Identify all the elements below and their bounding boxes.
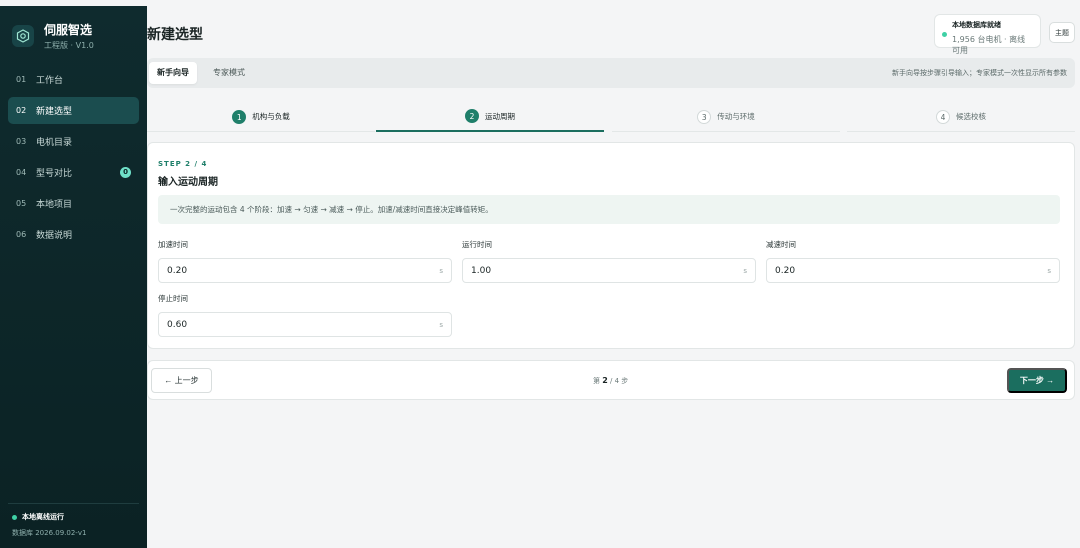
step-kicker: STEP 2 / 4: [158, 160, 208, 168]
decel-time-input[interactable]: 0.20 s: [766, 258, 1060, 283]
tab-expert-mode[interactable]: 专家模式: [205, 62, 253, 84]
brand: 伺服智选 工程版 · V1.0: [0, 14, 147, 58]
sidebar-item-motor-catalog[interactable]: 03 电机目录: [8, 128, 139, 155]
sidebar-item-label: 电机目录: [36, 138, 73, 148]
step-indicator-prefix: 第: [593, 377, 600, 385]
field-unit: s: [439, 321, 443, 329]
mode-tabs: 新手向导 专家模式 新手向导按步骤引导输入；专家模式一次性显示所有参数: [147, 58, 1075, 88]
run-time-field: 运行时间 1.00 s: [462, 239, 756, 283]
step-label: 运动周期: [485, 111, 515, 121]
tabs-hint: 新手向导按步骤引导输入；专家模式一次性显示所有参数: [892, 69, 1067, 77]
field-value: 0.20: [775, 265, 796, 276]
sidebar-item-workbench[interactable]: 01 工作台: [8, 66, 139, 93]
sidebar-item-number: 05: [16, 199, 27, 208]
db-status-card: 本地数据库就绪 1,956 台电机 · 离线可用: [934, 14, 1041, 55]
step-1[interactable]: 1 机构与负载: [147, 102, 375, 132]
run-time-input[interactable]: 1.00 s: [462, 258, 756, 283]
sidebar-footer: 本地离线运行 数据库 2026.09.02-v1: [12, 512, 86, 538]
field-unit: s: [1047, 267, 1051, 275]
step-indicator-current: 2: [602, 376, 608, 385]
sidebar: 伺服智选 工程版 · V1.0 01 工作台 02 新建选型 03 电机目录 0…: [0, 6, 147, 548]
brand-name: 伺服智选: [44, 23, 93, 37]
step-label: 机构与负载: [252, 112, 290, 121]
motion-cycle-form: STEP 2 / 4 输入运动周期 一次完整的运动包含 4 个阶段：加速 → 匀…: [147, 142, 1075, 349]
offline-status: 本地离线运行: [12, 512, 86, 522]
brand-logo-icon: [12, 25, 34, 47]
step-number: 1: [232, 109, 247, 124]
field-value: 0.60: [167, 319, 188, 330]
sidebar-nav: 01 工作台 02 新建选型 03 电机目录 04 型号对比 0 05 本地项目…: [0, 66, 147, 248]
step-label: 传动与环境: [717, 112, 755, 121]
sidebar-item-data-notes[interactable]: 06 数据说明: [8, 221, 139, 248]
field-label: 加速时间: [158, 240, 188, 249]
sidebar-item-number: 04: [16, 168, 27, 177]
field-value: 0.20: [167, 265, 188, 276]
status-dot-icon: [12, 514, 17, 520]
sidebar-item-number: 01: [16, 75, 27, 84]
sidebar-item-number: 02: [16, 106, 27, 115]
wizard-footer: ← 上一步 第 2 / 4 步 下一步 →: [147, 360, 1075, 400]
page-title: 新建选型: [147, 27, 203, 43]
brand-subtitle: 工程版 · V1.0: [44, 41, 94, 50]
offline-status-label: 本地离线运行: [22, 513, 64, 521]
compare-count-badge: 0: [120, 167, 131, 178]
step-3[interactable]: 3 传动与环境: [612, 102, 840, 132]
field-value: 1.00: [471, 265, 492, 276]
decel-time-field: 减速时间 0.20 s: [766, 239, 1060, 283]
field-label: 减速时间: [766, 240, 796, 249]
next-step-button[interactable]: 下一步 →: [1007, 368, 1067, 393]
sidebar-item-label: 型号对比: [36, 169, 73, 179]
db-version: 数据库 2026.09.02-v1: [12, 529, 87, 537]
step-number: 3: [697, 109, 712, 124]
step-number: 2: [465, 109, 479, 123]
step-4[interactable]: 4 候选校核: [847, 102, 1075, 132]
sidebar-item-new-selection[interactable]: 02 新建选型: [8, 97, 139, 124]
field-label: 停止时间: [158, 294, 188, 303]
accel-time-field: 加速时间 0.20 s: [158, 239, 452, 283]
db-status-subtitle: 1,956 台电机 · 离线可用: [952, 35, 1026, 55]
sidebar-item-label: 本地项目: [36, 200, 73, 210]
sidebar-item-label: 数据说明: [36, 231, 73, 241]
main-content: 新建选型 本地数据库就绪 1,956 台电机 · 离线可用 主题 新手向导 专家…: [147, 6, 1080, 548]
field-label: 运行时间: [462, 240, 492, 249]
stop-time-input[interactable]: 0.60 s: [158, 312, 452, 337]
sidebar-item-label: 新建选型: [36, 107, 73, 117]
stepper: 1 机构与负载 2 运动周期 3 传动与环境 4 候选校核: [147, 102, 1075, 134]
step-number: 4: [936, 109, 950, 124]
field-unit: s: [439, 267, 443, 275]
sidebar-item-local-projects[interactable]: 05 本地项目: [8, 190, 139, 217]
accel-time-input[interactable]: 0.20 s: [158, 258, 452, 283]
sidebar-item-number: 06: [16, 230, 27, 239]
step-2[interactable]: 2 运动周期: [376, 102, 604, 132]
prev-step-button[interactable]: ← 上一步: [151, 368, 212, 393]
field-unit: s: [743, 267, 747, 275]
step-indicator-suffix: / 4 步: [610, 377, 629, 385]
db-status-title: 本地数据库就绪: [952, 21, 1001, 29]
sidebar-item-model-compare[interactable]: 04 型号对比 0: [8, 159, 139, 186]
step-label: 候选校核: [956, 112, 986, 121]
sidebar-item-label: 工作台: [36, 76, 64, 86]
info-note: 一次完整的运动包含 4 个阶段：加速 → 匀速 → 减速 → 停止。加速/减速时…: [158, 195, 1060, 224]
sidebar-divider: [8, 503, 139, 504]
status-dot-icon: [942, 32, 947, 37]
form-title: 输入运动周期: [158, 177, 218, 188]
sidebar-item-number: 03: [16, 137, 27, 146]
step-indicator: 第 2 / 4 步: [593, 376, 628, 386]
stop-time-field: 停止时间 0.60 s: [158, 293, 452, 337]
theme-button[interactable]: 主题: [1049, 22, 1075, 43]
tab-beginner-wizard[interactable]: 新手向导: [149, 62, 197, 84]
